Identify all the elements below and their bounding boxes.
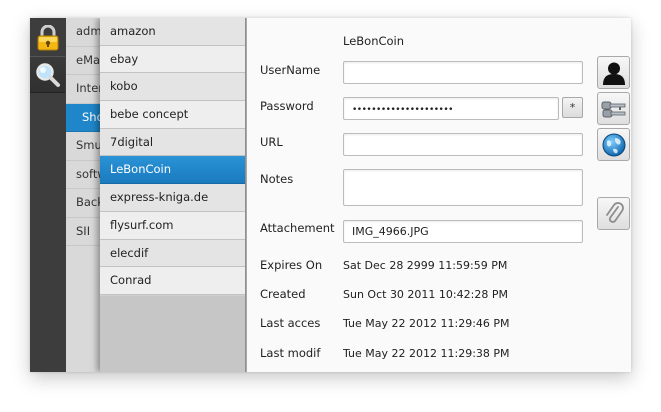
open-url-button[interactable] <box>597 128 630 161</box>
entry-item[interactable]: Conrad <box>100 267 245 295</box>
notes-label: Notes <box>260 172 294 186</box>
lock-button[interactable] <box>30 20 65 55</box>
url-label: URL <box>260 135 283 149</box>
entry-item[interactable]: bebe concept <box>100 101 245 129</box>
lock-icon <box>37 24 58 50</box>
username-label: UserName <box>260 63 321 77</box>
entry-item[interactable]: ebay <box>100 45 245 74</box>
copy-username-button[interactable] <box>597 56 630 89</box>
entry-item[interactable]: 7digital <box>100 128 245 157</box>
entry-item[interactable]: express-kniga.de <box>100 184 245 212</box>
paperclip-icon <box>605 201 624 223</box>
tool-strip <box>30 18 67 372</box>
entry-list-empty-area <box>100 296 245 372</box>
attach-file-button[interactable] <box>597 197 630 230</box>
entry-item[interactable]: elecdif <box>100 239 245 268</box>
entry-item[interactable]: amazon <box>100 18 245 46</box>
last-modified-label: Last modif <box>260 346 321 360</box>
search-icon <box>35 62 60 87</box>
entry-item-selected[interactable]: LeBonCoin <box>100 156 245 185</box>
entry-detail-pane: LeBonCoin UserName Password ••••••••••••… <box>246 18 631 372</box>
copy-password-button[interactable] <box>597 92 630 125</box>
expires-label: Expires On <box>260 258 323 272</box>
entry-item[interactable]: kobo <box>100 73 245 102</box>
entry-item[interactable]: flysurf.com <box>100 211 245 240</box>
attachment-field[interactable]: IMG_4966.JPG <box>343 220 583 243</box>
created-value: Sun Oct 30 2011 10:42:28 PM <box>343 288 508 301</box>
app-window: adm eMai Inter Sho Smu softw Back SII am… <box>30 18 631 372</box>
entry-list: amazon ebay kobo bebe concept 7digital L… <box>100 18 246 372</box>
password-dots: ••••••••••••••••••••• <box>352 105 453 115</box>
globe-icon <box>602 133 625 156</box>
entry-title: LeBonCoin <box>343 34 405 48</box>
search-button[interactable] <box>30 56 65 93</box>
last-modified-value: Tue May 22 2012 11:29:38 PM <box>343 347 510 360</box>
reveal-password-button[interactable]: * <box>562 97 583 118</box>
username-field[interactable] <box>343 61 583 84</box>
last-access-label: Last acces <box>260 316 321 330</box>
expires-value: Sat Dec 28 2999 11:59:59 PM <box>343 259 508 272</box>
keys-icon <box>601 101 625 117</box>
attachment-label: Attachement <box>260 221 335 235</box>
password-label: Password <box>260 99 314 113</box>
user-silhouette-icon <box>602 62 625 85</box>
password-field[interactable]: ••••••••••••••••••••• <box>343 97 559 120</box>
notes-field[interactable] <box>343 169 583 206</box>
last-access-value: Tue May 22 2012 11:29:46 PM <box>343 317 510 330</box>
url-field[interactable] <box>343 133 583 156</box>
created-label: Created <box>260 287 306 301</box>
